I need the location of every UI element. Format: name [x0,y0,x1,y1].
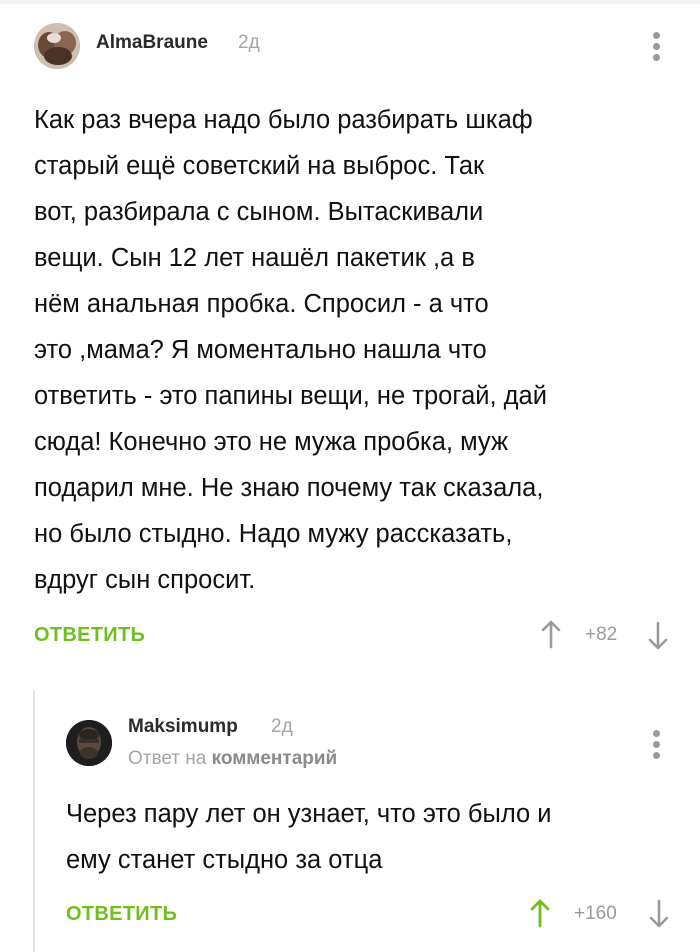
comment: AlmaBraune 2д Как раз вчера надо было ра… [0,0,700,665]
arrow-up-icon[interactable] [529,898,551,928]
avatar-image [66,720,112,766]
avatar-image [34,23,80,69]
comment-author[interactable]: Maksimump [128,716,238,738]
arrow-down-icon[interactable] [647,621,669,651]
avatar[interactable] [66,720,112,766]
avatar[interactable] [34,23,80,69]
more-vertical-icon[interactable] [653,730,661,763]
comment-text: Через пару лет он узнает, что это было и… [66,800,552,874]
arrow-up-icon[interactable] [540,619,562,649]
reply-comment: Maksimump 2д Ответ на комментарий Через … [0,690,700,952]
reply-to-link[interactable]: комментарий [212,748,338,769]
comment-author[interactable]: AlmaBraune [96,32,208,54]
comment-time: 2д [271,716,293,737]
reply-button[interactable]: ОТВЕТИТЬ [34,624,145,647]
reply-to-info: Ответ на комментарий [128,748,337,770]
arrow-down-icon[interactable] [648,899,670,929]
reply-button[interactable]: ОТВЕТИТЬ [66,903,177,926]
rating-score: +82 [585,624,618,645]
comment-text: Как раз вчера надо было разбирать шкаф с… [34,106,547,594]
comment-time: 2д [238,32,260,53]
rating-score: +160 [574,903,617,924]
more-vertical-icon[interactable] [653,32,661,65]
reply-to-prefix: Ответ на [128,748,207,769]
